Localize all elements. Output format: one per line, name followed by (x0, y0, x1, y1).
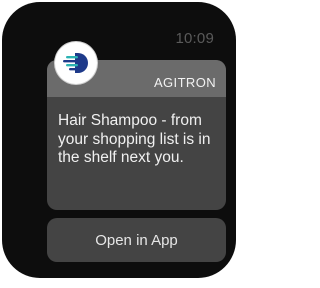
notification-message: Hair Shampoo - from your shopping list i… (58, 112, 211, 166)
status-time: 10:09 (175, 30, 214, 47)
open-in-app-button[interactable]: Open in App (47, 218, 226, 262)
agitron-logo-graphic (63, 53, 88, 73)
notification-app-name: AGITRON (153, 75, 216, 90)
smartwatch-screen: 10:09 AGITRON Hair Shampoo - from your s… (2, 2, 236, 278)
agitron-logo-icon (55, 42, 97, 84)
